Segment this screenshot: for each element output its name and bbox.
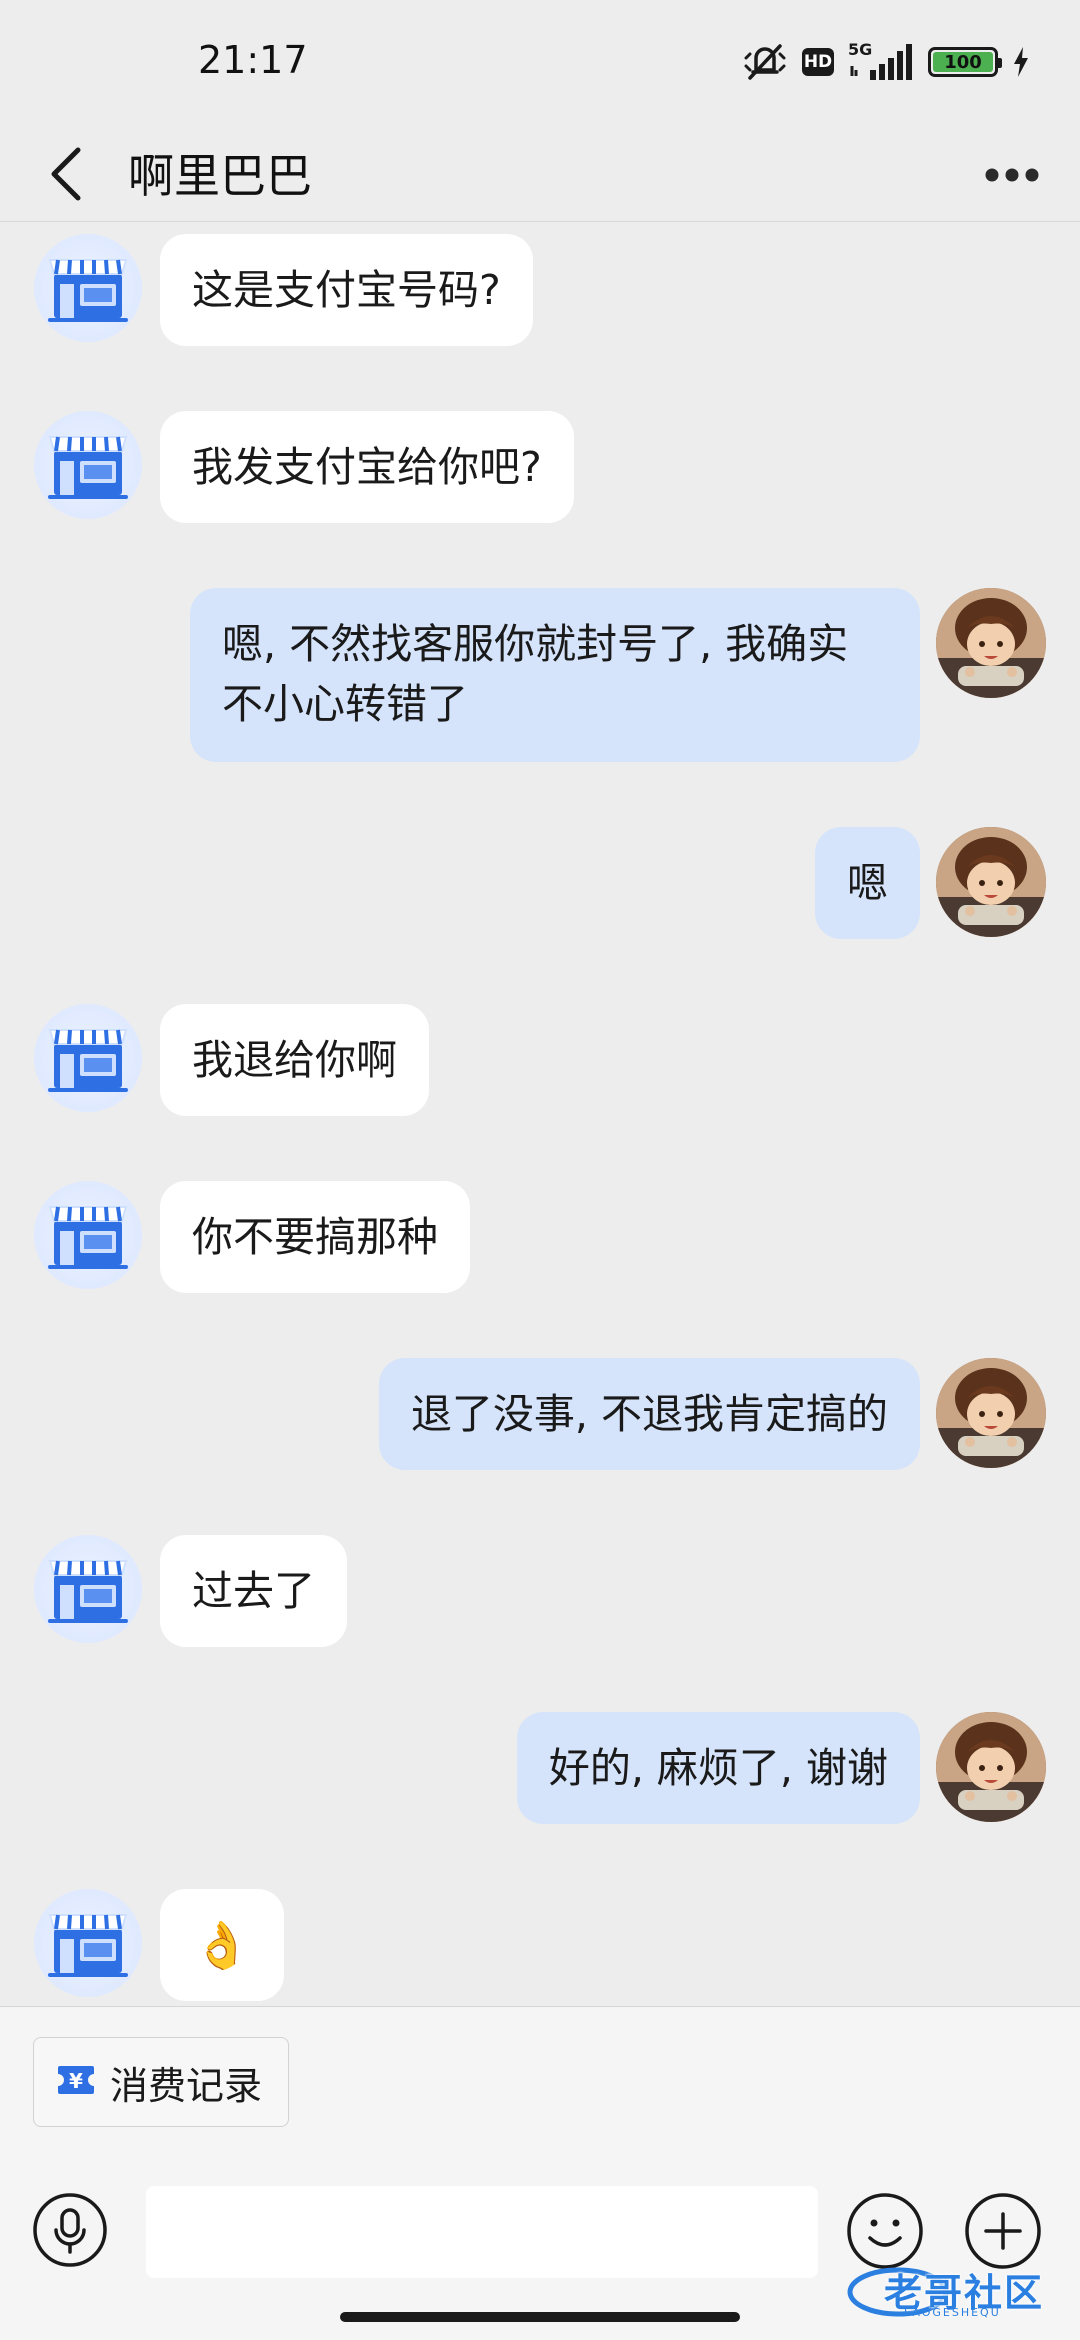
svg-text:¥: ¥ — [69, 2069, 83, 2093]
message-bubble[interactable]: 你不要搞那种 — [160, 1181, 470, 1293]
user-avatar[interactable] — [936, 827, 1046, 937]
message-bubble[interactable]: 我退给你啊 — [160, 1004, 429, 1116]
message-bubble[interactable]: 我发支付宝给你吧? — [160, 411, 574, 523]
user-avatar[interactable] — [936, 588, 1046, 698]
chevron-left-icon — [51, 147, 81, 201]
message-bubble[interactable]: 嗯, 不然找客服你就封号了, 我确实不小心转错了 — [190, 588, 920, 762]
message-bubble[interactable]: 过去了 — [160, 1535, 347, 1647]
message-bubble[interactable]: 好的, 麻烦了, 谢谢 — [516, 1712, 920, 1824]
user-avatar-image — [936, 1712, 1046, 1822]
signal-5g-icon: 5G — [848, 40, 914, 82]
more-dots-icon — [985, 168, 1039, 182]
message-bubble[interactable]: 嗯 — [815, 827, 920, 939]
status-time: 21:17 — [198, 38, 308, 82]
message-row: 嗯 — [0, 827, 1080, 939]
hd-badge: HD — [802, 48, 834, 76]
battery-icon: 100 — [928, 47, 1002, 77]
consumption-record-label: 消费记录 — [110, 2063, 263, 2108]
message-row: 过去了 — [0, 1535, 1080, 1647]
user-avatar[interactable] — [936, 1712, 1046, 1822]
shop-icon — [34, 411, 142, 519]
more-options-button[interactable] — [982, 150, 1042, 200]
charging-icon — [1012, 46, 1030, 78]
message-bubble[interactable]: 这是支付宝号码? — [160, 234, 533, 346]
message-row: 退了没事, 不退我肯定搞的 — [0, 1358, 1080, 1470]
consumption-record-button[interactable]: ¥ 消费记录 — [33, 2037, 290, 2127]
user-avatar-image — [936, 827, 1046, 937]
shop-icon — [34, 1004, 142, 1112]
message-row: 我发支付宝给你吧? — [0, 411, 1080, 523]
home-indicator[interactable] — [340, 2312, 740, 2322]
message-row: 你不要搞那种 — [0, 1181, 1080, 1293]
mute-vibrate-icon — [742, 42, 788, 82]
status-icons: HD 5G 100 — [742, 40, 1030, 84]
user-avatar-image — [936, 588, 1046, 698]
voice-button[interactable] — [32, 2192, 108, 2268]
message-row: 我退给你啊 — [0, 1004, 1080, 1116]
chat-header: 啊里巴巴 — [0, 120, 1080, 222]
back-button[interactable] — [40, 144, 92, 204]
shop-icon — [34, 1889, 142, 1997]
message-row: 这是支付宝号码? — [0, 234, 1080, 346]
message-bubble[interactable]: 退了没事, 不退我肯定搞的 — [378, 1358, 920, 1470]
message-row: 嗯, 不然找客服你就封号了, 我确实不小心转错了 — [0, 588, 1080, 762]
ok-hand-emoji: 👌 — [193, 1918, 251, 1972]
status-bar: 21:17 HD 5G 100 — [0, 0, 1080, 120]
message-row: 好的, 麻烦了, 谢谢 — [0, 1712, 1080, 1824]
shop-avatar[interactable] — [34, 1181, 142, 1289]
microphone-icon — [33, 2193, 107, 2267]
message-bubble[interactable]: 👌 — [160, 1889, 284, 2001]
user-avatar[interactable] — [936, 1358, 1046, 1468]
shop-avatar[interactable] — [34, 1535, 142, 1643]
shop-avatar[interactable] — [34, 234, 142, 342]
shop-icon — [34, 1535, 142, 1643]
user-avatar-image — [936, 1358, 1046, 1468]
message-row: 👌 — [0, 1889, 1080, 2001]
shop-icon — [34, 1181, 142, 1289]
shop-avatar[interactable] — [34, 1004, 142, 1112]
ticket-icon: ¥ — [56, 2060, 96, 2104]
chat-title: 啊里巴巴 — [128, 149, 312, 203]
watermark-subtext: LAOGESHEQU — [904, 2306, 1001, 2319]
shop-icon — [34, 234, 142, 342]
message-input[interactable] — [146, 2186, 818, 2278]
shop-avatar[interactable] — [34, 411, 142, 519]
battery-level: 100 — [933, 52, 993, 73]
shop-avatar[interactable] — [34, 1889, 142, 1997]
